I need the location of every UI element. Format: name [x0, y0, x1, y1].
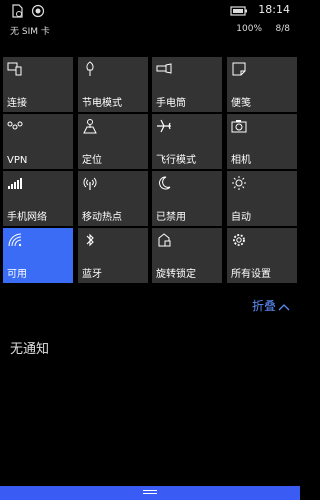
- settings-icon: [231, 232, 247, 248]
- flashlight-icon: [156, 61, 172, 77]
- cellular-icon: [7, 175, 23, 191]
- record-icon: [31, 3, 45, 18]
- moon-icon: [156, 175, 172, 191]
- tile-wifi[interactable]: 可用: [3, 228, 73, 283]
- tile-all-settings[interactable]: 所有设置: [227, 228, 297, 283]
- tile-battery-saver[interactable]: 节电模式: [78, 57, 148, 112]
- tile-label: 蓝牙: [82, 269, 102, 280]
- tile-label: 连接: [7, 98, 27, 109]
- tile-hotspot[interactable]: 移动热点: [78, 171, 148, 226]
- tile-vpn[interactable]: VPN: [3, 114, 73, 169]
- tile-label: 旋转锁定: [156, 269, 196, 280]
- quick-actions-grid: 连接 节电模式 手电筒 便笺 VPN 定位 飞行模式 相机 手机网络 移动热点 …: [3, 57, 297, 283]
- rotation-lock-icon: [156, 232, 172, 248]
- sim-status-icon: [10, 3, 24, 18]
- info-bar: 无 SIM 卡 100% 8/8: [0, 20, 300, 38]
- tile-label: 相机: [231, 155, 251, 166]
- tile-quiet-hours[interactable]: 已禁用: [152, 171, 222, 226]
- tile-airplane[interactable]: 飞行模式: [152, 114, 222, 169]
- tile-label: VPN: [7, 155, 28, 166]
- battery-icon: [230, 3, 248, 17]
- brightness-icon: [231, 175, 247, 191]
- location-icon: [82, 118, 98, 134]
- empty-notifications-label: 无通知: [10, 342, 50, 357]
- tile-label: 节电模式: [82, 98, 122, 109]
- chevron-up-icon: [276, 299, 290, 313]
- collapse-button[interactable]: 折叠: [252, 297, 290, 314]
- tile-rotation-lock[interactable]: 旋转锁定: [152, 228, 222, 283]
- battery-percent: 100%: [236, 24, 262, 34]
- tile-label: 便笺: [231, 98, 251, 109]
- battery-saver-icon: [82, 61, 98, 77]
- grip-icon: [143, 490, 157, 496]
- tile-connect[interactable]: 连接: [3, 57, 73, 112]
- tile-camera[interactable]: 相机: [227, 114, 297, 169]
- tile-flashlight[interactable]: 手电筒: [152, 57, 222, 112]
- tile-label: 已禁用: [156, 212, 186, 223]
- carrier-label: 无 SIM 卡: [10, 27, 50, 37]
- tile-bluetooth[interactable]: 蓝牙: [78, 228, 148, 283]
- tile-label: 手电筒: [156, 98, 186, 109]
- tile-note[interactable]: 便笺: [227, 57, 297, 112]
- camera-icon: [231, 118, 247, 134]
- note-icon: [231, 61, 247, 77]
- vpn-icon: [7, 118, 23, 134]
- connect-icon: [7, 61, 23, 77]
- tile-location[interactable]: 定位: [78, 114, 148, 169]
- action-center-handle[interactable]: [0, 486, 300, 500]
- collapse-label: 折叠: [251, 299, 276, 313]
- hotspot-icon: [82, 175, 98, 191]
- tile-cellular[interactable]: 手机网络: [3, 171, 73, 226]
- airplane-icon: [156, 118, 172, 134]
- page-indicator: 8/8: [275, 24, 290, 34]
- clock: 18:14: [258, 3, 290, 16]
- tile-label: 手机网络: [7, 212, 47, 223]
- bluetooth-icon: [82, 232, 98, 248]
- tile-label: 可用: [7, 269, 27, 280]
- tile-label: 自动: [231, 212, 251, 223]
- wifi-icon: [7, 232, 23, 248]
- status-bar: 18:14: [0, 0, 300, 20]
- tile-label: 移动热点: [82, 212, 122, 223]
- tile-brightness[interactable]: 自动: [227, 171, 297, 226]
- tile-label: 飞行模式: [156, 155, 196, 166]
- tile-label: 定位: [82, 155, 102, 166]
- tile-label: 所有设置: [231, 269, 271, 280]
